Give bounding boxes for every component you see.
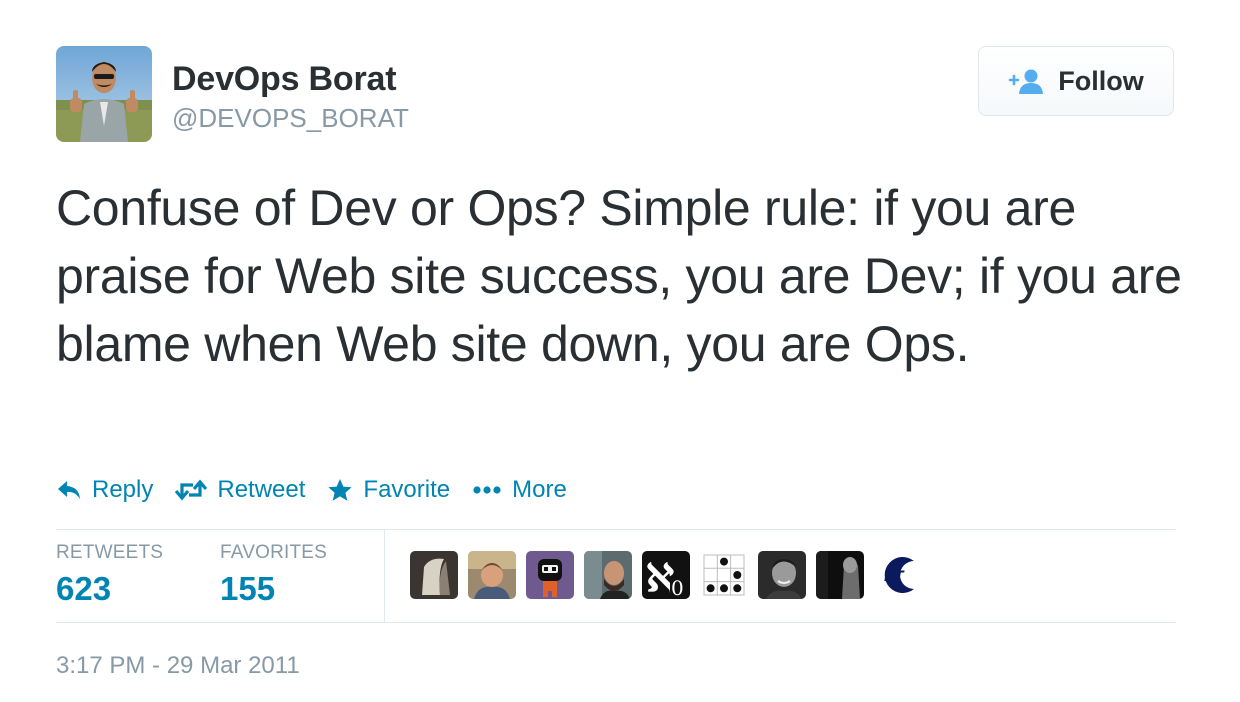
more-label: More bbox=[512, 476, 567, 503]
follow-button[interactable]: Follow bbox=[978, 46, 1174, 116]
favorites-label: FAVORITES bbox=[220, 542, 328, 563]
add-user-icon bbox=[1008, 69, 1044, 94]
divider-top bbox=[56, 529, 1176, 530]
favorites-count: 155 bbox=[220, 570, 276, 607]
favorite-button[interactable]: Favorite bbox=[327, 476, 450, 504]
avatar[interactable] bbox=[56, 46, 152, 142]
more-dots-icon bbox=[473, 486, 501, 494]
divider-vertical bbox=[384, 530, 385, 622]
tweet-actions: Reply Retweet Favorite More bbox=[56, 472, 567, 508]
favoriters-list: ℵ 0 RT bbox=[410, 551, 922, 599]
avatar-image bbox=[56, 46, 152, 142]
retweets-count: 623 bbox=[56, 570, 112, 607]
star-icon bbox=[328, 479, 353, 501]
favoriter-avatar[interactable]: RT bbox=[874, 551, 922, 599]
favoriter-avatar[interactable] bbox=[526, 551, 574, 599]
retweets-stat[interactable]: RETWEETS 623 bbox=[56, 542, 163, 608]
retweet-icon bbox=[175, 479, 208, 501]
retweet-label: Retweet bbox=[217, 476, 306, 503]
follow-label: Follow bbox=[1058, 65, 1144, 96]
tweet-text: Confuse of Dev or Ops? Simple rule: if y… bbox=[56, 180, 1182, 372]
user-handle[interactable]: @DEVOPS_BORAT bbox=[172, 103, 409, 134]
favorite-label: Favorite bbox=[363, 476, 451, 503]
retweet-button[interactable]: Retweet bbox=[175, 476, 305, 504]
display-name[interactable]: DevOps Borat bbox=[172, 60, 397, 99]
retweets-label: RETWEETS bbox=[56, 542, 164, 563]
favoriter-avatar[interactable] bbox=[700, 551, 748, 599]
tweet-card: DevOps Borat @DEVOPS_BORAT Follow Confus… bbox=[0, 0, 1240, 702]
more-button[interactable]: More bbox=[472, 476, 567, 504]
svg-text:0: 0 bbox=[671, 576, 684, 599]
favoriter-avatar[interactable] bbox=[584, 551, 632, 599]
favoriter-avatar[interactable] bbox=[816, 551, 864, 599]
favoriter-avatar[interactable]: ℵ 0 bbox=[642, 551, 690, 599]
favoriter-avatar[interactable] bbox=[758, 551, 806, 599]
divider-bottom bbox=[56, 622, 1176, 623]
reply-button[interactable]: Reply bbox=[56, 476, 153, 504]
reply-label: Reply bbox=[92, 476, 154, 503]
favoriter-badge-text: RT bbox=[884, 569, 905, 585]
reply-icon bbox=[58, 481, 80, 499]
favorites-stat[interactable]: FAVORITES 155 bbox=[220, 542, 327, 608]
tweet-timestamp[interactable]: 3:17 PM - 29 Mar 2011 bbox=[56, 652, 300, 680]
favoriter-avatar[interactable] bbox=[468, 551, 516, 599]
favoriter-avatar[interactable] bbox=[410, 551, 458, 599]
